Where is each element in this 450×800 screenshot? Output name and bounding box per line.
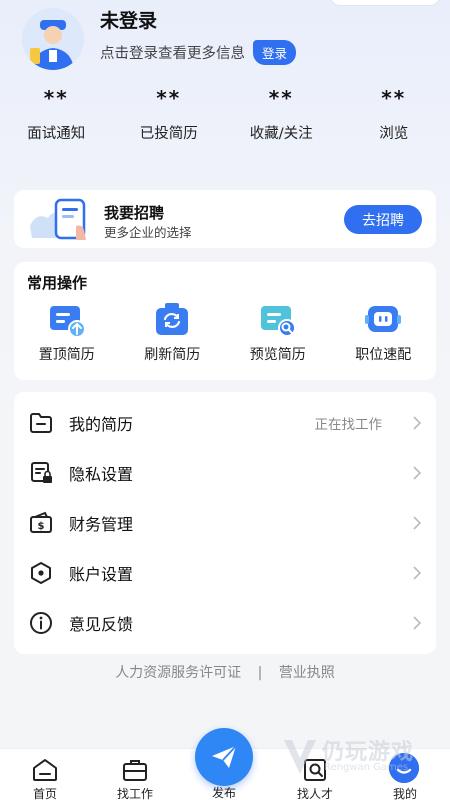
op-refresh-resume[interactable]: 刷新简历 [120, 300, 226, 364]
top-resume-icon [49, 306, 86, 338]
recruit-card[interactable]: 我要招聘 更多企业的选择 去招聘 [14, 190, 436, 248]
business-license-link[interactable]: 营业执照 [279, 665, 335, 681]
license-link[interactable]: 人力资源服务许可证 [115, 665, 241, 681]
menu-label: 财务管理 [69, 515, 134, 534]
nav-label: 我的 [392, 787, 417, 800]
footer-separator: | [257, 665, 263, 681]
info-icon [30, 612, 52, 634]
top-pill [330, 0, 440, 6]
nav-label-publish: 发布 [211, 786, 236, 800]
menu-label: 我的简历 [69, 415, 134, 434]
common-ops-card: 常用操作 置顶简历 刷新简历 预览简历 职位速配 [14, 262, 436, 380]
privacy-lock-icon [31, 462, 52, 483]
menu-item-privacy[interactable]: 隐私设置 [14, 448, 436, 498]
stat-label: 收藏/关注 [249, 126, 313, 142]
stat-applied[interactable]: ** 已投简历 [113, 86, 226, 143]
paper-plane-icon [212, 745, 237, 768]
op-label: 预览简历 [249, 347, 306, 363]
settings-hexagon-icon [31, 562, 51, 584]
nav-label: 找人才 [296, 787, 333, 800]
ops-title: 常用操作 [27, 274, 88, 292]
footer-links: 人力资源服务许可证 | 营业执照 [0, 662, 450, 682]
stat-label: 面试通知 [27, 126, 86, 142]
stats-row: ** 面试通知 ** 已投简历 ** 收藏/关注 ** 浏览 [0, 86, 450, 143]
avatar-illustration [22, 8, 84, 70]
recruit-title: 我要招聘 [104, 204, 165, 222]
stat-value: ** [381, 86, 407, 110]
menu-label: 账户设置 [69, 565, 134, 584]
nav-home[interactable]: 首页 [10, 757, 80, 800]
profile-subline: 点击登录查看更多信息 登录 [100, 40, 297, 65]
watermark-logo-icon [284, 740, 316, 774]
chevron-right-icon [413, 516, 422, 530]
ops-row: 置顶简历 刷新简历 预览简历 职位速配 [14, 300, 436, 364]
op-label: 职位速配 [355, 347, 412, 363]
watermark-subtext: Rengwan Games [324, 762, 409, 773]
stat-value: ** [43, 86, 69, 110]
stat-label: 浏览 [379, 126, 409, 142]
go-recruit-button[interactable]: 去招聘 [344, 205, 422, 234]
op-label: 置顶简历 [38, 347, 95, 363]
nav-find-job[interactable]: 找工作 [100, 757, 170, 800]
stat-label: 已投简历 [139, 126, 198, 142]
stat-views[interactable]: ** 浏览 [338, 86, 450, 143]
publish-button[interactable] [195, 728, 253, 786]
stat-favorites[interactable]: ** 收藏/关注 [225, 86, 338, 143]
home-icon [33, 759, 57, 781]
profile-subtitle[interactable]: 点击登录查看更多信息 [100, 42, 245, 63]
nav-label: 首页 [32, 787, 57, 800]
chevron-right-icon [413, 616, 422, 630]
chevron-right-icon [413, 566, 422, 580]
refresh-resume-icon [156, 303, 189, 335]
svg-text:$: $ [38, 521, 45, 532]
preview-resume-icon [260, 306, 296, 337]
chevron-right-icon [413, 416, 422, 430]
nav-label: 找工作 [116, 787, 153, 800]
op-preview-resume[interactable]: 预览简历 [225, 300, 331, 364]
stat-value: ** [268, 86, 294, 110]
wallet-icon: $ [30, 511, 52, 533]
menu-item-account[interactable]: 账户设置 [14, 548, 436, 598]
stat-value: ** [156, 86, 182, 110]
briefcase-icon [123, 760, 147, 781]
folder-icon [30, 413, 52, 433]
op-top-resume[interactable]: 置顶简历 [14, 300, 120, 364]
op-job-match[interactable]: 职位速配 [331, 300, 437, 364]
job-status-text: 正在找工作 [314, 417, 383, 433]
profile-name[interactable]: 未登录 [100, 6, 157, 33]
menu-item-resume[interactable]: 我的简历 正在找工作 [14, 398, 436, 448]
login-button[interactable]: 登录 [253, 40, 297, 65]
menu-item-finance[interactable]: $ 财务管理 [14, 498, 436, 548]
menu-card: 我的简历 正在找工作 隐私设置 $ 财务管理 账户设置 意见反馈 [14, 392, 436, 654]
avatar[interactable] [22, 8, 84, 70]
recruit-illustration [26, 196, 98, 242]
menu-label: 意见反馈 [69, 615, 134, 634]
job-match-icon [365, 306, 402, 332]
menu-label: 隐私设置 [69, 465, 134, 484]
watermark: 仍玩游戏 Rengwan Games [276, 732, 446, 782]
menu-item-feedback[interactable]: 意见反馈 [14, 598, 436, 648]
op-label: 刷新简历 [144, 347, 201, 363]
stat-interview[interactable]: ** 面试通知 [0, 86, 113, 143]
recruit-subtitle: 更多企业的选择 [104, 225, 192, 240]
chevron-right-icon [413, 466, 422, 480]
